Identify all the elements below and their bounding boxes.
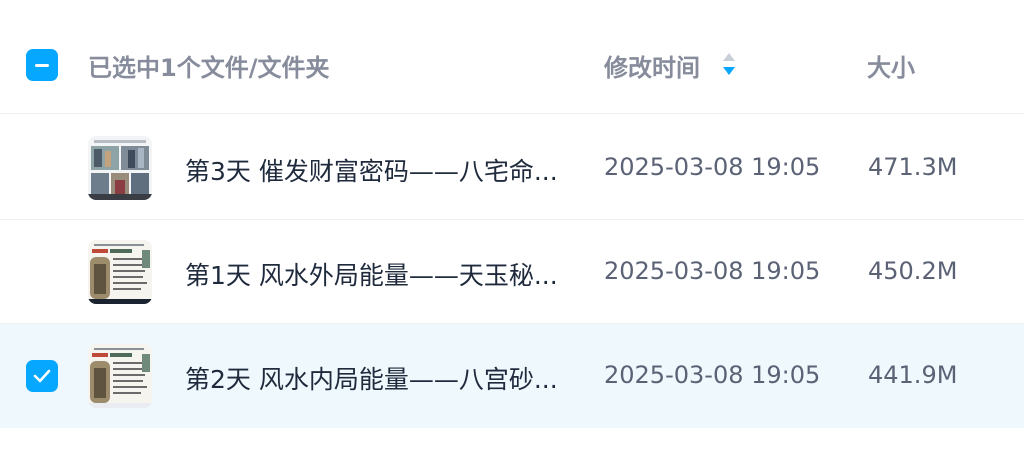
file-name[interactable]: 第1天 风水外局能量——天玉秘... <box>185 256 585 292</box>
sort-descending-icon[interactable] <box>721 50 737 78</box>
select-all-checkbox[interactable] <box>26 49 58 81</box>
file-size: 450.2M <box>868 257 958 285</box>
video-thumbnail[interactable] <box>88 136 152 200</box>
minus-icon <box>35 63 49 67</box>
modified-time-column-header[interactable]: 修改时间 <box>604 48 700 83</box>
file-name[interactable]: 第2天 风水内局能量——八宫砂... <box>185 360 585 396</box>
file-size: 471.3M <box>868 153 958 181</box>
file-row[interactable]: 第1天 风水外局能量——天玉秘... 2025-03-08 19:05 450.… <box>0 220 1024 324</box>
video-thumbnail[interactable] <box>88 240 152 304</box>
thumbnail-document-icon <box>88 344 152 408</box>
file-row[interactable]: 第3天 催发财富密码——八宅命... 2025-03-08 19:05 471.… <box>0 116 1024 220</box>
thumbnail-document-icon <box>88 240 152 304</box>
checkmark-icon <box>33 369 51 383</box>
thumbnail-photos-icon <box>88 136 152 200</box>
video-thumbnail[interactable] <box>88 344 152 408</box>
file-list-header: 已选中1个文件/文件夹 修改时间 大小 <box>0 0 1024 114</box>
file-modified-time: 2025-03-08 19:05 <box>604 257 821 285</box>
file-name[interactable]: 第3天 催发财富密码——八宅命... <box>185 152 585 188</box>
file-modified-time: 2025-03-08 19:05 <box>604 153 821 181</box>
file-size: 441.9M <box>868 361 958 389</box>
file-row-selected[interactable]: 第2天 风水内局能量——八宫砂... 2025-03-08 19:05 441.… <box>0 324 1024 428</box>
row-checkbox[interactable] <box>26 360 58 392</box>
file-modified-time: 2025-03-08 19:05 <box>604 361 821 389</box>
selection-count-label: 已选中1个文件/文件夹 <box>88 54 330 82</box>
size-column-header[interactable]: 大小 <box>867 48 915 83</box>
